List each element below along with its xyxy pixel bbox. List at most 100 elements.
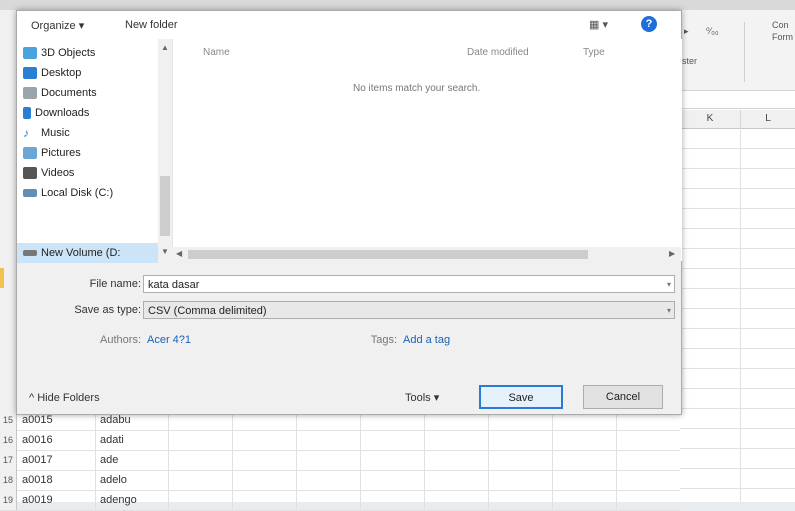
- add-tag-link[interactable]: Add a tag: [403, 334, 450, 346]
- new-folder-button[interactable]: New folder: [125, 19, 178, 31]
- nav-item-pictures[interactable]: Pictures: [23, 143, 163, 163]
- authors-link[interactable]: Acer 4?1: [147, 334, 191, 346]
- cell-divider: [424, 450, 425, 470]
- file-list: Name Date modified Type No items match y…: [172, 39, 682, 261]
- scroll-down-icon[interactable]: ▼: [161, 247, 169, 256]
- nav-item-desktop[interactable]: Desktop: [23, 63, 163, 83]
- tools-button[interactable]: Tools ▾: [405, 391, 439, 404]
- chevron-down-icon[interactable]: ▾: [667, 276, 671, 294]
- nav-item-music[interactable]: ♪ Music: [23, 123, 163, 143]
- file-name-label: File name:: [89, 278, 141, 290]
- help-icon[interactable]: ?: [641, 16, 657, 32]
- cell-divider: [232, 490, 233, 510]
- hide-folders-button[interactable]: ^ Hide Folders: [29, 392, 100, 404]
- formula-bar[interactable]: [680, 92, 795, 109]
- cancel-button[interactable]: Cancel: [583, 385, 663, 409]
- nav-item-label: Pictures: [41, 147, 81, 159]
- cell-divider: [424, 430, 425, 450]
- grid-line: [680, 368, 795, 369]
- dialog-toolbar: Organize ▾ New folder ▦ ▾ ?: [17, 11, 681, 40]
- nav-item-local-disk[interactable]: Local Disk (C:): [23, 183, 163, 203]
- drive-icon: [23, 250, 37, 257]
- view-options-button[interactable]: ▦ ▾: [589, 18, 608, 31]
- cell-divider: [552, 490, 553, 510]
- cell-divider: [616, 430, 617, 450]
- ribbon-arrow[interactable]: ▸: [684, 26, 689, 37]
- nav-item-documents[interactable]: Documents: [23, 83, 163, 103]
- cell-a[interactable]: a0018: [22, 470, 53, 490]
- column-header-l[interactable]: L: [741, 110, 795, 129]
- cell-divider: [552, 430, 553, 450]
- cell-divider: [296, 490, 297, 510]
- grid-line: [680, 268, 795, 269]
- grid-line: [740, 128, 741, 502]
- tags-label: Tags:: [370, 334, 397, 346]
- nav-item-label: Videos: [41, 167, 75, 179]
- cube-icon: [23, 47, 37, 60]
- scroll-left-icon[interactable]: ◀: [176, 249, 182, 258]
- horizontal-scrollbar-thumb[interactable]: [188, 250, 588, 259]
- navigation-pane: 3D Objects Desktop Documents Downloads ♪…: [17, 39, 172, 263]
- nav-item-downloads[interactable]: Downloads: [23, 103, 163, 123]
- row-number[interactable]: 15: [0, 410, 17, 430]
- horizontal-scrollbar[interactable]: ◀ ▶: [172, 247, 681, 261]
- chevron-down-icon[interactable]: ▾: [667, 302, 671, 320]
- column-header-k[interactable]: K: [680, 110, 741, 129]
- row-number[interactable]: 16: [0, 430, 17, 450]
- grid-line: [680, 228, 795, 229]
- row-number[interactable]: 18: [0, 470, 17, 490]
- row-number[interactable]: 17: [0, 450, 17, 470]
- cell-divider: [616, 490, 617, 510]
- selected-row-marker: [0, 268, 4, 288]
- pictures-icon: [23, 147, 37, 160]
- nav-item-label: 3D Objects: [41, 47, 96, 59]
- cell-divider: [232, 470, 233, 490]
- top-strip: [0, 0, 795, 10]
- organize-button[interactable]: Organize ▾: [31, 19, 84, 32]
- file-name-input[interactable]: kata dasar ▾: [143, 275, 675, 293]
- cell-b[interactable]: adengo: [100, 490, 137, 510]
- decimal-icon[interactable]: ⁰⁄₀₀: [706, 26, 719, 37]
- nav-item-new-volume[interactable]: New Volume (D:: [17, 243, 158, 263]
- authors-label: Authors:: [100, 334, 141, 346]
- grid-line: [680, 448, 795, 449]
- excel-ribbon: ▸ ⁰⁄₀₀ ster Con Form: [680, 10, 795, 91]
- column-name[interactable]: Name: [203, 47, 230, 58]
- chevron-up-icon: ^: [29, 392, 38, 404]
- desktop-icon: [23, 67, 37, 80]
- nav-item-label: Music: [41, 127, 70, 139]
- cell-a[interactable]: a0017: [22, 450, 53, 470]
- cell-b[interactable]: adelo: [100, 470, 127, 490]
- cell-b[interactable]: adati: [100, 430, 124, 450]
- conditional-format-button[interactable]: Con: [772, 20, 789, 30]
- cell-divider: [168, 490, 169, 510]
- cell-divider: [168, 470, 169, 490]
- scroll-up-icon[interactable]: ▲: [161, 43, 169, 52]
- grid-line: [680, 428, 795, 429]
- cell-divider: [552, 450, 553, 470]
- cell-a[interactable]: a0016: [22, 430, 53, 450]
- ribbon-separator: [744, 22, 745, 82]
- nav-item-videos[interactable]: Videos: [23, 163, 163, 183]
- nav-scrollbar-thumb[interactable]: [160, 176, 170, 236]
- cell-b[interactable]: ade: [100, 450, 118, 470]
- column-type[interactable]: Type: [583, 47, 605, 58]
- grid-line: [680, 208, 795, 209]
- save-button[interactable]: Save: [479, 385, 563, 409]
- save-as-type-select[interactable]: CSV (Comma delimited) ▾: [143, 301, 675, 319]
- cell-divider: [360, 450, 361, 470]
- cell-a[interactable]: a0019: [22, 490, 53, 510]
- cell-divider: [360, 490, 361, 510]
- chevron-down-icon: ▾: [430, 392, 440, 404]
- cell-divider: [488, 470, 489, 490]
- format-table-button[interactable]: Form: [772, 32, 793, 42]
- column-date-modified[interactable]: Date modified: [467, 47, 529, 58]
- tools-label: Tools: [405, 392, 431, 404]
- row-number[interactable]: 19: [0, 490, 17, 510]
- nav-item-3d-objects[interactable]: 3D Objects: [23, 43, 163, 63]
- empty-message: No items match your search.: [353, 83, 481, 94]
- grid-line: [680, 488, 795, 489]
- grid-line: [680, 148, 795, 149]
- scroll-right-icon[interactable]: ▶: [669, 249, 675, 258]
- cell-divider: [95, 430, 96, 450]
